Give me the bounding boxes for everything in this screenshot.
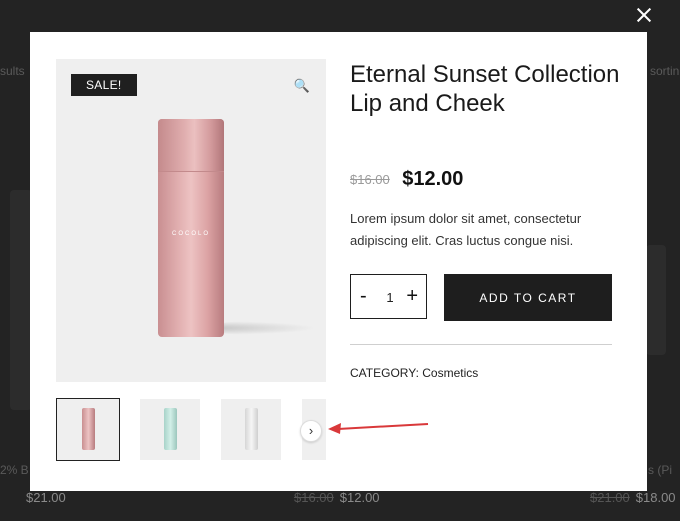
bg-product-card-right	[646, 245, 666, 355]
product-title: Eternal Sunset Collection Lip and Cheek	[350, 61, 620, 117]
bg-price-middle: $16.00 $12.00	[294, 490, 380, 505]
thumbnail-white[interactable]	[221, 399, 281, 460]
annotation-arrow-icon	[328, 423, 429, 434]
bg-price-right: $21.00 $18.00	[590, 490, 676, 505]
quantity-increase-button[interactable]: +	[406, 285, 418, 308]
product-bottle-image: COCOLO	[158, 119, 224, 337]
quick-view-modal: SALE! 🔍 COCOLO › Eternal Sunset Collecti…	[30, 32, 647, 491]
quantity-decrease-button[interactable]: -	[360, 285, 367, 308]
zoom-icon[interactable]: 🔍	[294, 78, 310, 94]
quantity-stepper: - 1 +	[350, 274, 427, 319]
category-label: CATEGORY:	[350, 366, 419, 380]
thumbnail-mint[interactable]	[140, 399, 200, 460]
bg-results-text: sults	[0, 64, 25, 78]
category-link[interactable]: Cosmetics	[422, 366, 478, 380]
old-price: $16.00	[350, 172, 390, 187]
bottle-brand-logo: COCOLO	[171, 231, 210, 237]
bg-product-label-right: s (Pi	[648, 463, 672, 477]
bg-sorting-text: sortin	[650, 64, 680, 78]
product-category: CATEGORY: Cosmetics	[350, 366, 478, 380]
close-icon[interactable]	[634, 5, 654, 25]
sale-badge: SALE!	[71, 74, 137, 96]
product-main-image[interactable]: SALE! 🔍 COCOLO	[56, 59, 326, 382]
thumbnail-pink[interactable]	[56, 398, 120, 461]
divider	[350, 344, 612, 345]
bg-product-card-left	[10, 190, 32, 410]
add-to-cart-button[interactable]: ADD TO CART	[444, 274, 612, 321]
thumbnail-bottle-pink	[82, 408, 95, 450]
quantity-input[interactable]: 1	[381, 290, 399, 305]
bottle-cap	[158, 119, 224, 172]
thumbnail-bottle-white	[245, 408, 258, 450]
bg-price-left: $21.00	[26, 490, 66, 505]
thumbnail-strip	[56, 398, 326, 464]
product-description: Lorem ipsum dolor sit amet, consectetur …	[350, 211, 582, 248]
bg-product-label-left: 2% B	[0, 463, 29, 477]
thumbnail-next-arrow-icon[interactable]: ›	[300, 420, 322, 442]
thumbnail-bottle-mint	[164, 408, 177, 450]
sale-price: $12.00	[402, 168, 464, 190]
price-row: $16.00 $12.00	[350, 168, 463, 191]
